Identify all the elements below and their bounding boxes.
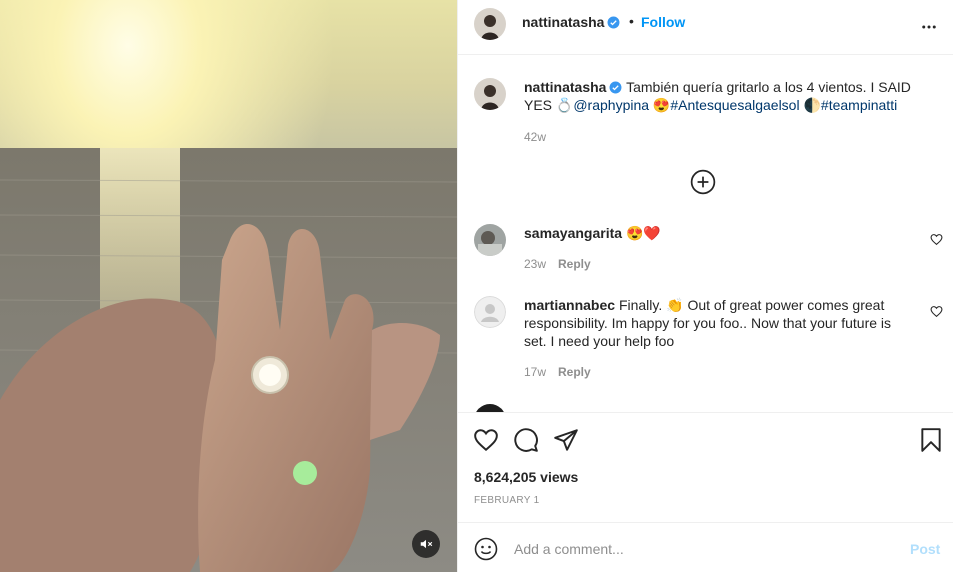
hashtag-link[interactable]: #teampinatti [821,97,897,113]
emoji-icon[interactable] [474,537,498,561]
post-date[interactable]: FEBRUARY 1 [474,495,539,506]
mute-button[interactable] [412,530,440,558]
comment-icon[interactable] [513,427,539,453]
view-count[interactable]: 8,624,205 views [474,469,578,485]
comment-author[interactable]: martiannabec [524,297,615,313]
comment-body: 😍❤️ [625,225,661,241]
post-video-frame [0,0,457,572]
moon-emoji: 🌓 [799,97,821,113]
hashtag-link[interactable]: #Antesquesalgaelsol [670,97,799,113]
add-comment-bar: Post [458,522,953,572]
avatar[interactable] [474,8,506,40]
heart-icon[interactable] [930,305,943,318]
share-icon[interactable] [553,427,579,453]
post-actions: 8,624,205 views FEBRUARY 1 [458,412,953,522]
header-separator: • [629,13,634,29]
avatar[interactable] [474,296,506,328]
follow-button[interactable]: Follow [641,14,685,30]
comment-text: martiannabec Finally. 👏 Out of great pow… [524,296,914,350]
post-header: nattinatasha • Follow [458,0,953,55]
avatar[interactable] [474,404,506,412]
heart-eyes-emoji: 😍 [649,97,671,113]
comment-time[interactable]: 17w [524,365,546,379]
avatar[interactable] [474,224,506,256]
ring-emoji: 💍 [555,97,574,113]
caption-time[interactable]: 42w [524,130,546,144]
save-icon[interactable] [918,427,944,453]
comment-text: samayangarita 😍❤️ [524,224,914,242]
more-options-icon[interactable] [920,18,938,36]
comment-author[interactable]: samayangarita [524,225,622,241]
comments-list[interactable]: nattinatasha También quería gritarlo a l… [458,56,953,412]
post-button[interactable]: Post [910,541,940,557]
caption-author[interactable]: nattinatasha [524,79,606,95]
heart-icon[interactable] [930,233,943,246]
verified-badge-icon [608,16,620,29]
post-media[interactable] [0,0,457,572]
post-side-panel: nattinatasha • Follow nattinatasha Tambi… [457,0,953,572]
heart-icon[interactable] [473,427,499,453]
mute-icon [420,539,433,549]
load-more-icon[interactable] [690,169,716,195]
post-author[interactable]: nattinatasha [522,14,620,30]
caption-text: nattinatasha También quería gritarlo a l… [524,78,914,114]
avatar[interactable] [474,78,506,110]
mention-link[interactable]: @raphypina [573,97,649,113]
comment-input[interactable] [514,535,894,563]
reply-button[interactable]: Reply [558,365,591,379]
verified-badge-icon [610,81,622,94]
reply-button[interactable]: Reply [558,257,591,271]
comment-meta: 17w Reply [524,365,591,379]
comment-meta: 23w Reply [524,257,591,271]
comment-time[interactable]: 23w [524,257,546,271]
post-author-name[interactable]: nattinatasha [522,14,604,30]
